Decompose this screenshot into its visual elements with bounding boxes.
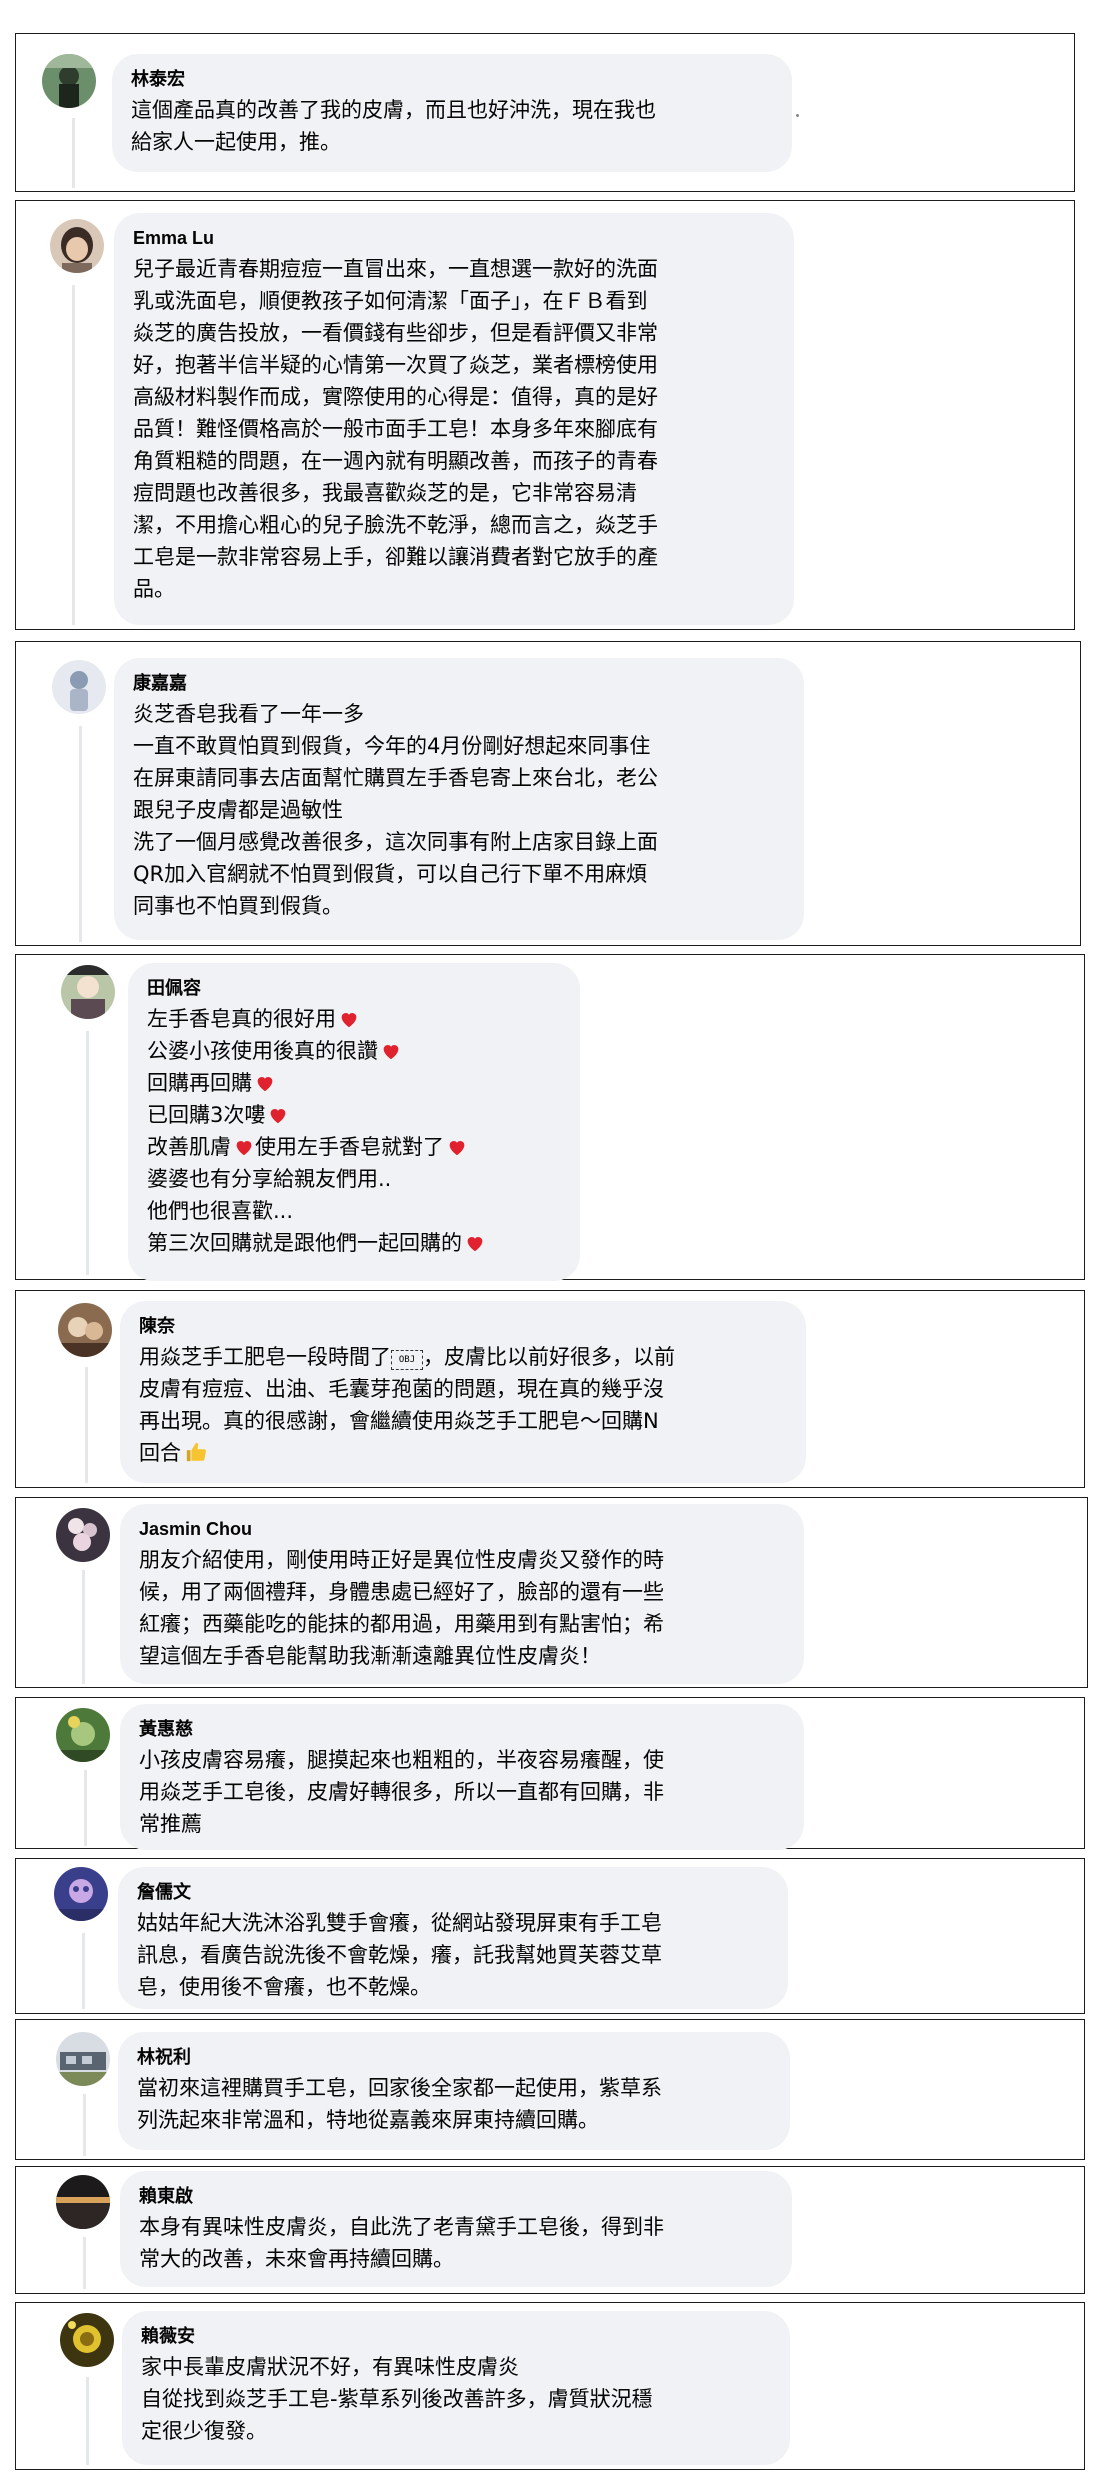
thumbs-up-icon [186,1442,206,1462]
red-heart-icon [341,1013,357,1028]
red-heart-icon [383,1045,399,1060]
speck [796,114,799,117]
commenter-name[interactable]: 詹儒文 [137,1881,768,1903]
thread-line [83,2094,86,2156]
comment-card: 林祝利 當初來這裡購買手工皂，回家後全家都一起使用，紫草系 列洗起來非常溫和，特… [15,2019,1085,2160]
comment-bubble: 賴薇安 家中長輩皮膚狀況不好，有異味性皮膚炎 自從找到焱芝手工皂-紫草系列後改善… [122,2311,790,2465]
comment-bubble: 康嘉嘉 炎芝香皂我看了一年一多 一直不敢買怕買到假貨，今年的4月份剛好想起來同事… [114,658,804,940]
avatar[interactable] [60,2313,114,2367]
thread-line [82,1933,85,2009]
comment-bubble: 陳奈 用焱芝手工肥皂一段時間了 OBJ ，皮膚比以前好很多，以前 皮膚有痘痘、出油、… [120,1301,806,1483]
commenter-name[interactable]: 田佩容 [147,977,560,999]
thread-line [85,1367,88,1483]
avatar[interactable] [56,1508,110,1562]
avatar[interactable] [42,54,96,108]
thread-line [84,1770,87,1846]
red-heart-icon [271,1109,286,1124]
comment-text: 本身有異味性皮膚炎，自此洗了老青黛手工皂後，得到非 常大的改善，未來會再持續回購… [139,2215,664,2271]
comment-card: 田佩容 左手香皂真的很好用 公婆小孩使用後真的很讚 回購再回購 已回購3次嘍 改… [15,954,1085,1281]
thread-line [83,2237,86,2289]
thread-line [72,285,75,625]
commenter-name[interactable]: Emma Lu [133,227,774,249]
comment-card: 陳奈 用焱芝手工肥皂一段時間了 OBJ ，皮膚比以前好很多，以前 皮膚有痘痘、出油、… [15,1290,1085,1488]
avatar[interactable] [54,1867,108,1921]
avatar[interactable] [61,965,115,1019]
comment-card: 詹儒文 姑姑年紀大洗沐浴乳雙手會癢，從網站發現屏東有手工皂 訊息，看廣告說洗後不… [15,1858,1085,2014]
comment-card: 黃惠慈 小孩皮膚容易癢，腿摸起來也粗粗的，半夜容易癢醒，使 用焱芝手工皂後，皮膚… [15,1697,1085,1850]
commenter-name[interactable]: 黃惠慈 [139,1718,784,1740]
comment-bubble: Emma Lu 兒子最近青春期痘痘一直冒出來，一直想選一款好的洗面 乳或洗面皂，… [114,213,794,625]
comment-text: 朋友介紹使用，剛使用時正好是異位性皮膚炎又發作的時 候，用了兩個禮拜，身體患處已… [139,1548,664,1668]
comment-bubble: 黃惠慈 小孩皮膚容易癢，腿摸起來也粗粗的，半夜容易癢醒，使 用焱芝手工皂後，皮膚… [120,1704,804,1850]
avatar[interactable] [58,1303,112,1357]
comment-card: 賴東啟 本身有異味性皮膚炎，自此洗了老青黛手工皂後，得到非 常大的改善，未來會再… [15,2166,1085,2294]
avatar[interactable] [52,660,106,714]
comment-text: 家中長輩皮膚狀況不好，有異味性皮膚炎 自從找到焱芝手工皂-紫草系列後改善許多，膚… [141,2355,653,2443]
thread-line [82,1570,85,1684]
comment-card: 賴薇安 家中長輩皮膚狀況不好，有異味性皮膚炎 自從找到焱芝手工皂-紫草系列後改善… [15,2302,1085,2470]
commenter-name[interactable]: 林祝利 [137,2046,770,2068]
comment-text: 兒子最近青春期痘痘一直冒出來，一直想選一款好的洗面 乳或洗面皂，順便教孩子如何清… [133,257,658,601]
avatar[interactable] [56,2032,110,2086]
comment-text: 左手香皂真的很好用 公婆小孩使用後真的很讚 回購再回購 已回購3次嘍 改善肌膚使… [147,1003,560,1259]
comment-bubble: Jasmin Chou 朋友介紹使用，剛使用時正好是異位性皮膚炎又發作的時 候，… [120,1504,804,1684]
red-heart-icon [236,1141,252,1156]
avatar[interactable] [56,2175,110,2229]
avatar[interactable] [50,219,104,273]
commenter-name[interactable]: 賴薇安 [141,2325,770,2347]
red-heart-icon [467,1237,483,1252]
comment-text: 炎芝香皂我看了一年一多 一直不敢買怕買到假貨，今年的4月份剛好想起來同事住 在屏… [133,702,658,918]
comment-card: 林泰宏 這個產品真的改善了我的皮膚，而且也好沖洗，現在我也 給家人一起使用，推。 [15,33,1075,192]
object-replacement-icon: OBJ [391,1350,423,1370]
thread-line [86,2377,89,2465]
comment-bubble: 林祝利 當初來這裡購買手工皂，回家後全家都一起使用，紫草系 列洗起來非常溫和，特… [118,2032,790,2150]
comment-bubble: 田佩容 左手香皂真的很好用 公婆小孩使用後真的很讚 回購再回購 已回購3次嘍 改… [128,963,580,1281]
commenter-name[interactable]: 賴東啟 [139,2185,772,2207]
commenter-name[interactable]: Jasmin Chou [139,1518,784,1540]
comment-card: Emma Lu 兒子最近青春期痘痘一直冒出來，一直想選一款好的洗面 乳或洗面皂，… [15,200,1075,630]
thread-line [79,726,82,942]
red-heart-icon [257,1077,273,1092]
commenter-name[interactable]: 陳奈 [139,1315,786,1337]
comment-text: 小孩皮膚容易癢，腿摸起來也粗粗的，半夜容易癢醒，使 用焱芝手工皂後，皮膚好轉很多… [139,1748,664,1836]
comment-bubble: 詹儒文 姑姑年紀大洗沐浴乳雙手會癢，從網站發現屏東有手工皂 訊息，看廣告說洗後不… [118,1867,788,2009]
red-heart-icon [449,1141,465,1156]
comment-card: 康嘉嘉 炎芝香皂我看了一年一多 一直不敢買怕買到假貨，今年的4月份剛好想起來同事… [15,641,1081,946]
comment-text: 當初來這裡購買手工皂，回家後全家都一起使用，紫草系 列洗起來非常溫和，特地從嘉義… [137,2076,662,2132]
comment-bubble: 林泰宏 這個產品真的改善了我的皮膚，而且也好沖洗，現在我也 給家人一起使用，推。 [112,54,792,172]
comment-text: 這個產品真的改善了我的皮膚，而且也好沖洗，現在我也 給家人一起使用，推。 [131,98,656,154]
thread-line [72,118,75,188]
commenter-name[interactable]: 康嘉嘉 [133,672,784,694]
comment-card: Jasmin Chou 朋友介紹使用，剛使用時正好是異位性皮膚炎又發作的時 候，… [15,1497,1088,1688]
comment-text: 用焱芝手工肥皂一段時間了 OBJ ，皮膚比以前好很多，以前 皮膚有痘痘、出油、毛囊芽… [139,1345,675,1465]
comment-text: 姑姑年紀大洗沐浴乳雙手會癢，從網站發現屏東有手工皂 訊息，看廣告說洗後不會乾燥，… [137,1911,662,1999]
avatar[interactable] [56,1708,110,1762]
thread-line [86,1031,89,1275]
comment-bubble: 賴東啟 本身有異味性皮膚炎，自此洗了老青黛手工皂後，得到非 常大的改善，未來會再… [120,2171,792,2287]
commenter-name[interactable]: 林泰宏 [131,68,772,90]
